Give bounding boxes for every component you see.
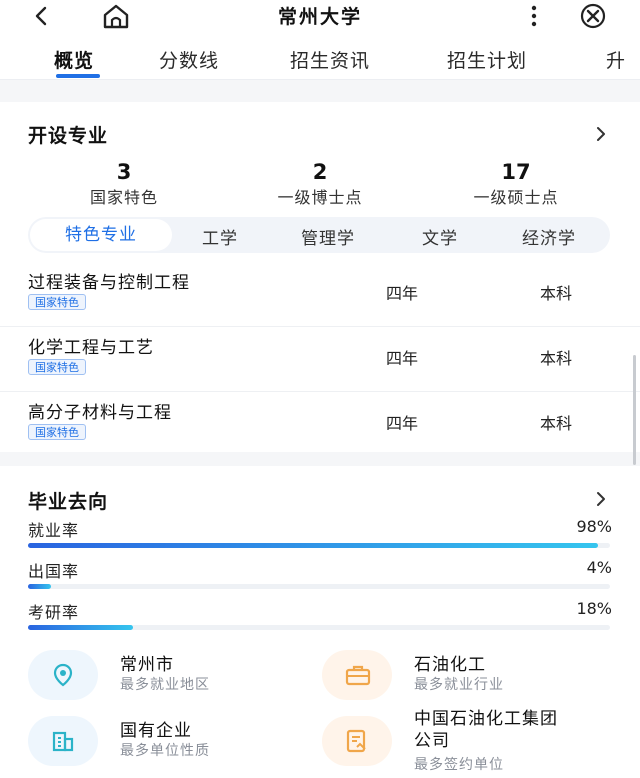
major-category-tabs: 特色专业 工学 管理学 文学 经济学	[28, 217, 610, 253]
destination-top-industry[interactable]: 石油化工 最多就业行业	[322, 650, 612, 700]
destination-top-employer-type[interactable]: 国有企业 最多单位性质	[28, 716, 308, 766]
close-icon[interactable]	[578, 2, 608, 30]
contract-icon	[346, 729, 366, 753]
category-tab-engineering[interactable]: 工学	[202, 224, 238, 249]
stat-value: 3	[116, 160, 132, 184]
employment-rate-label: 就业率	[28, 521, 80, 540]
top-bar: 常州大学	[0, 0, 640, 32]
abroad-rate-label: 出国率	[28, 562, 80, 581]
location-pin-icon	[53, 663, 73, 687]
major-name: 过程装备与控制工程	[28, 273, 190, 293]
stat-value: 2	[312, 160, 328, 184]
employment-section-title: 毕业去向	[28, 491, 109, 513]
category-tab-economics[interactable]: 经济学	[522, 224, 576, 249]
destination-title: 中国石油化工集团 公司	[414, 708, 558, 752]
major-name: 高分子材料与工程	[28, 403, 172, 423]
major-level: 本科	[540, 284, 573, 303]
briefcase-icon-badge	[322, 650, 392, 700]
stat-label: 国家特色	[89, 188, 158, 207]
postgrad-rate-value: 18%	[576, 599, 612, 618]
postgrad-rate-fill	[28, 625, 133, 630]
contract-icon-badge	[322, 716, 392, 766]
major-level: 本科	[540, 414, 573, 433]
destination-title-line: 中国石油化工集团	[414, 709, 558, 729]
destination-subtitle: 最多签约单位	[414, 757, 504, 773]
stat-value: 17	[501, 160, 531, 184]
postgrad-rate-bar	[28, 625, 610, 630]
destination-title-line: 公司	[414, 731, 450, 751]
chevron-right-icon[interactable]	[594, 126, 608, 142]
building-icon-badge	[28, 716, 98, 766]
destination-subtitle: 最多就业行业	[414, 677, 504, 693]
major-row[interactable]: 过程装备与控制工程 国家特色 四年 本科	[0, 262, 640, 327]
category-tab-management[interactable]: 管理学	[301, 224, 355, 249]
major-level: 本科	[540, 349, 573, 368]
category-tab-literature[interactable]: 文学	[422, 224, 458, 249]
more-options-icon[interactable]	[520, 2, 548, 30]
building-icon	[52, 731, 74, 752]
location-icon-badge	[28, 650, 98, 700]
tab-admission-plan[interactable]: 招生计划	[447, 46, 527, 73]
category-tab-featured[interactable]: 特色专业	[30, 219, 172, 251]
national-feature-badge: 国家特色	[28, 359, 86, 375]
briefcase-icon	[345, 665, 371, 686]
employment-section: 毕业去向 就业率 98% 出国率 4% 考研率 18% 常州市 最多就业地区 石…	[0, 466, 640, 778]
tab-more[interactable]: 升	[606, 46, 626, 73]
stat-label: 一级硕士点	[473, 188, 559, 207]
scrollbar[interactable]	[633, 355, 636, 465]
destination-subtitle: 最多单位性质	[120, 743, 210, 759]
employment-rate-value: 98%	[576, 517, 612, 536]
abroad-rate-value: 4%	[586, 558, 612, 577]
stat-label: 一级博士点	[277, 188, 363, 207]
national-feature-badge: 国家特色	[28, 424, 86, 440]
tab-score-line[interactable]: 分数线	[159, 46, 219, 73]
active-tab-indicator	[56, 74, 100, 78]
major-row[interactable]: 化学工程与工艺 国家特色 四年 本科	[0, 327, 640, 392]
destination-top-employer[interactable]: 中国石油化工集团 公司 最多签约单位	[322, 708, 612, 778]
postgrad-rate-label: 考研率	[28, 603, 80, 622]
major-row[interactable]: 高分子材料与工程 国家特色 四年 本科	[0, 392, 640, 457]
stat-national-feature: 3 国家特色	[34, 160, 214, 208]
destination-title: 石油化工	[414, 655, 486, 675]
stat-doctoral-points: 2 一级博士点	[230, 160, 410, 208]
stat-master-points: 17 一级硕士点	[426, 160, 606, 208]
employment-rate-fill	[28, 543, 599, 548]
destination-title: 常州市	[120, 655, 174, 675]
national-feature-badge: 国家特色	[28, 294, 86, 310]
employment-rate-bar	[28, 543, 610, 548]
abroad-rate-fill	[28, 584, 52, 589]
major-years: 四年	[386, 349, 419, 368]
major-years: 四年	[386, 284, 419, 303]
destination-title: 国有企业	[120, 721, 192, 741]
chevron-right-icon[interactable]	[594, 491, 608, 507]
tab-admission-news[interactable]: 招生资讯	[290, 46, 370, 73]
major-years: 四年	[386, 414, 419, 433]
destination-top-region[interactable]: 常州市 最多就业地区	[28, 650, 308, 700]
abroad-rate-bar	[28, 584, 610, 589]
major-name: 化学工程与工艺	[28, 338, 154, 358]
main-tabs: 概览 分数线 招生资讯 招生计划 升	[0, 32, 640, 80]
destination-subtitle: 最多就业地区	[120, 677, 210, 693]
tab-overview[interactable]: 概览	[54, 46, 94, 73]
majors-section-title: 开设专业	[28, 125, 109, 147]
